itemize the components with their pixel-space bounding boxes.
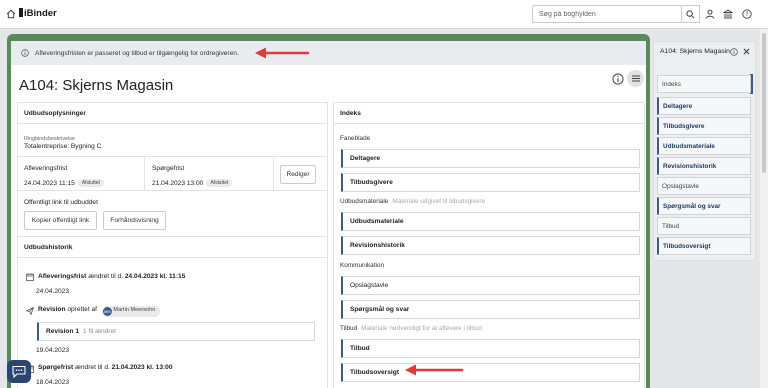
side-item-tilbudsgivere[interactable]: Tilbudsgivere	[657, 117, 751, 135]
chat-icon	[12, 365, 26, 378]
history-entry-date: 18.04.2023	[36, 379, 70, 386]
side-item-indeks[interactable]: Indeks	[657, 75, 751, 93]
ibinder-logo[interactable]: iBinder	[19, 8, 57, 19]
top-bar: iBinder ?	[0, 0, 768, 29]
history-entry-revision: Revision oprettet af MM Martin Meersohn	[38, 306, 161, 317]
page-scrollbar-thumb[interactable]	[762, 33, 766, 173]
history-entry-deadline: Afleveringsfrist ændret til d. 24.04.202…	[38, 273, 186, 280]
deadline-label: Afleveringsfrist	[24, 165, 68, 172]
history-entry-date: 24.04.2023	[36, 288, 70, 295]
home-icon[interactable]	[6, 9, 16, 19]
svg-text:?: ?	[745, 11, 748, 18]
search-button[interactable]	[682, 5, 700, 23]
person-tag: MM Martin Meersohn	[101, 306, 161, 317]
side-item-revisionshistorik[interactable]: Revisionshistorik	[657, 157, 751, 175]
index-item-opslagstavle[interactable]: Opslagstavle	[341, 276, 640, 295]
chat-button[interactable]	[7, 360, 31, 383]
main-panel: A104: Skjerns Magasin Udbudsoplysninger …	[11, 65, 646, 388]
index-item-tilbud[interactable]: Tilbud	[341, 339, 640, 358]
binder-description-label: Ringbindsbeskrivelse	[24, 136, 75, 142]
status-badge: Afsluttet	[77, 179, 104, 187]
search-icon	[686, 9, 695, 18]
index-item-deltagere[interactable]: Deltagere	[341, 149, 640, 168]
calendar-icon	[26, 273, 34, 281]
tender-info-heading: Udbudsoplysninger	[24, 110, 86, 117]
side-item-tilbudsoversigt[interactable]: Tilbudsoversigt	[657, 237, 751, 255]
index-item-udbudsmateriale[interactable]: Udbudsmateriale	[341, 212, 640, 231]
side-item-udbudsmateriale[interactable]: Udbudsmateriale	[657, 137, 751, 155]
group-label-communication: Kommunikation	[340, 262, 385, 269]
index-item-revisionshistorik[interactable]: Revisionshistorik	[341, 236, 640, 255]
group-label-tabs: Faneblade	[340, 135, 371, 142]
search-input[interactable]	[532, 5, 682, 23]
index-item-tilbudsgivere[interactable]: Tilbudsgivere	[341, 173, 640, 192]
annotation-arrow-notice	[255, 47, 310, 59]
edit-button[interactable]: Rediger	[280, 165, 316, 184]
avatar: MM	[102, 307, 112, 316]
group-label-offers: Tilbud Materiale nødvendigt for at afleve…	[340, 325, 482, 332]
tender-info-panel: Udbudsoplysninger Ringbindsbeskrivelse T…	[17, 102, 328, 388]
deadline-value: 24.04.2023 11:15 Afsluttet	[24, 179, 104, 187]
close-icon[interactable]	[743, 48, 750, 55]
public-link-label: Offentligt link til udbuddet	[24, 199, 98, 206]
side-navigation: A104: Skjerns Magasin Indeks Deltagere T…	[653, 41, 756, 261]
side-item-opslagstavle[interactable]: Opslagstavle	[657, 177, 751, 195]
index-item-tilbudsoversigt[interactable]: Tilbudsoversigt	[341, 363, 640, 382]
annotation-arrow-tilbudsoversigt	[405, 364, 464, 376]
copy-public-link-button[interactable]: Kopier offentligt link	[24, 211, 97, 230]
index-panel: Indeks Faneblade Deltagere Tilbudsgivere…	[333, 102, 645, 388]
index-item-questions[interactable]: Spørgsmål og svar	[341, 300, 640, 319]
history-entry-date: 19.04.2023	[36, 347, 70, 354]
info-icon[interactable]	[612, 73, 624, 85]
group-label-tender-material: Udbudsmateriale Materiale udgivet til til…	[340, 198, 486, 205]
revision-card[interactable]: Revision 11 fil ændret	[37, 322, 315, 341]
bank-icon[interactable]	[722, 8, 734, 20]
history-heading: Udbudshistorik	[24, 244, 73, 251]
hamburger-icon	[631, 75, 640, 82]
preview-button[interactable]: Forhåndsvisning	[103, 211, 166, 230]
side-item-tilbud[interactable]: Tilbud	[657, 217, 751, 235]
info-icon[interactable]	[730, 48, 738, 56]
question-deadline-value: 21.04.2023 13:00 Afsluttet	[152, 179, 233, 187]
status-badge: Afsluttet	[206, 179, 233, 187]
page-title: A104: Skjerns Magasin	[19, 77, 174, 94]
user-icon[interactable]	[704, 8, 716, 20]
send-icon	[26, 307, 34, 315]
side-title: A104: Skjerns Magasin	[660, 48, 730, 55]
menu-button[interactable]	[627, 70, 644, 87]
history-entry-question-deadline: Spørgefrist ændret til d. 21.04.2023 kl.…	[38, 364, 173, 371]
info-icon	[21, 49, 29, 57]
side-item-deltagere[interactable]: Deltagere	[657, 97, 751, 115]
side-item-questions[interactable]: Spørgsmål og svar	[657, 197, 751, 215]
index-heading: Indeks	[340, 110, 361, 117]
question-deadline-label: Spørgefrist	[152, 165, 185, 172]
help-icon[interactable]: ?	[741, 8, 753, 20]
deadline-notice: Afleveringsfristen er passeret og tilbud…	[11, 41, 646, 65]
notice-text: Afleveringsfristen er passeret og tilbud…	[35, 49, 239, 57]
binder-description-value: Totalentreprise: Bygning C	[24, 143, 102, 150]
